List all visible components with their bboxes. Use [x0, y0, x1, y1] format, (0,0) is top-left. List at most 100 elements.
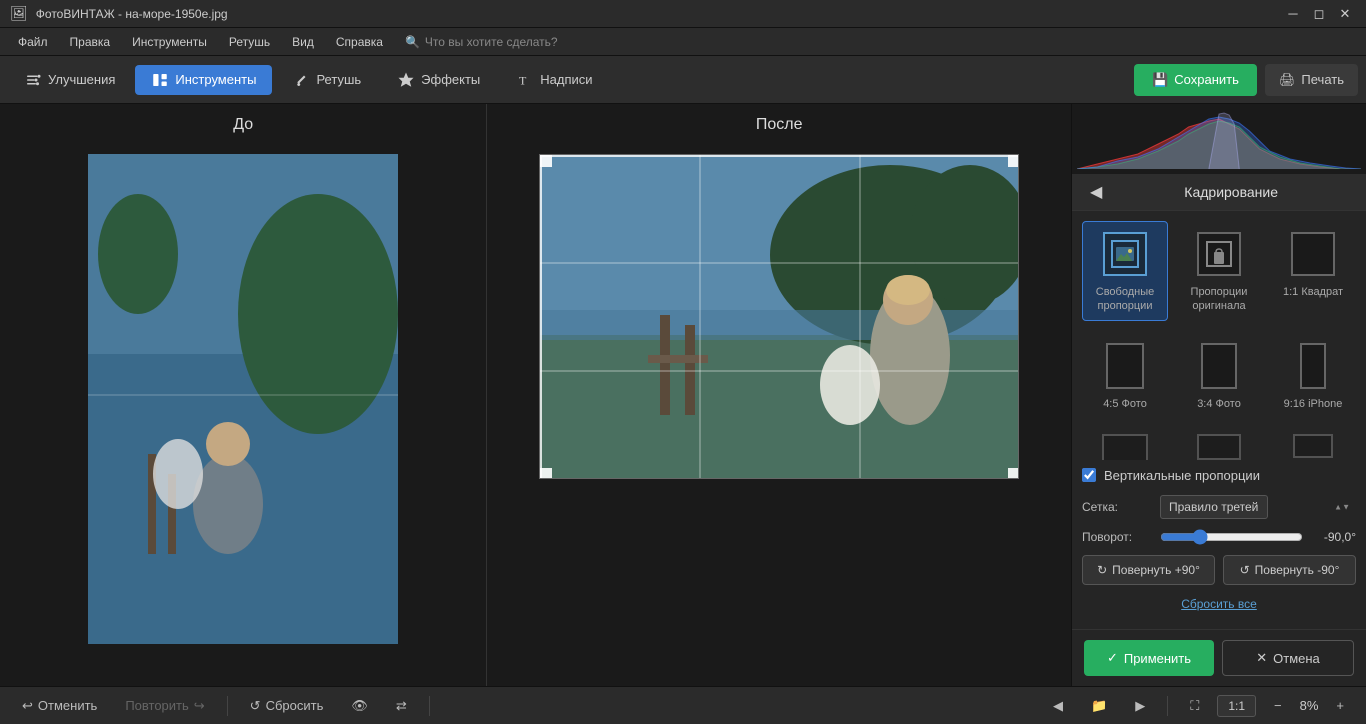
histogram	[1072, 104, 1366, 174]
rotate-minus90-button[interactable]: ↺ Повернуть -90°	[1223, 555, 1356, 585]
nav-folder-button[interactable]: 📁	[1081, 694, 1117, 718]
flip-icon: ⇄	[396, 698, 407, 714]
crop-34[interactable]: 3:4 Фото	[1176, 333, 1262, 418]
after-image-svg	[540, 155, 1019, 479]
reset-button[interactable]: ↺ Сбросить	[240, 694, 334, 718]
separator-3	[1167, 696, 1168, 716]
tab-retouch[interactable]: Ретушь	[276, 65, 377, 95]
back-button[interactable]: ◀	[1084, 182, 1108, 202]
histogram-svg	[1077, 109, 1361, 169]
menu-view[interactable]: Вид	[282, 31, 324, 53]
vertical-proportions-checkbox[interactable]	[1082, 468, 1096, 482]
rotate-plus90-button[interactable]: ↻ Повернуть +90°	[1082, 555, 1215, 585]
close-button[interactable]: ✕	[1334, 3, 1356, 25]
window-controls: ─ ◻ ✕	[1282, 3, 1356, 25]
before-image-svg	[88, 154, 398, 644]
canvas-area: До	[0, 104, 1071, 686]
crop-34-label: 3:4 Фото	[1197, 397, 1241, 411]
rotation-slider[interactable]	[1160, 529, 1303, 545]
zoom-in-button[interactable]: +	[1326, 694, 1354, 717]
fit-icon: ⛶	[1190, 698, 1199, 714]
app-title-area: 🖼 ФотоВИНТАЖ - на-море-1950е.jpg	[10, 5, 228, 22]
redo-button[interactable]: Повторить ↪	[115, 694, 214, 718]
after-label: После	[756, 116, 803, 134]
rotate-plus90-label: Повернуть +90°	[1112, 563, 1200, 577]
crop-original[interactable]: Пропорции оригинала	[1176, 221, 1262, 321]
zoom-1to1[interactable]: 1:1	[1217, 695, 1256, 717]
crop-original-label: Пропорции оригинала	[1183, 285, 1255, 314]
nav-prev-button[interactable]: ◀	[1043, 694, 1073, 718]
crop-45-icon-container	[1099, 340, 1151, 392]
rotate-buttons: ↻ Повернуть +90° ↺ Повернуть -90°	[1082, 555, 1356, 585]
before-label: До	[233, 116, 253, 134]
menu-help[interactable]: Справка	[326, 31, 393, 53]
cancel-button[interactable]: ✕ Отмена	[1222, 640, 1354, 676]
tab-enhancements[interactable]: Улучшения	[8, 65, 131, 95]
tab-inscriptions-label: Надписи	[540, 72, 592, 87]
x-icon: ✕	[1256, 650, 1267, 666]
search-placeholder[interactable]: Что вы хотите сделать?	[425, 35, 558, 49]
after-panel: После	[487, 104, 1071, 686]
bottom-actions: ✓ Применить ✕ Отмена	[1072, 629, 1366, 686]
app-title: ФотоВИНТАЖ - на-море-1950е.jpg	[36, 7, 228, 21]
rotate-minus90-label: Повернуть -90°	[1255, 563, 1340, 577]
tab-tools[interactable]: Инструменты	[135, 65, 272, 95]
save-button[interactable]: 💾 Сохранить	[1134, 64, 1257, 96]
crop-45-label: 4:5 Фото	[1103, 397, 1147, 411]
undo-button[interactable]: ↩ Отменить	[12, 694, 107, 718]
separator-1	[227, 696, 228, 716]
flip-button[interactable]: ⇄	[386, 694, 417, 718]
crop-free-shape	[1103, 232, 1147, 276]
menu-tools[interactable]: Инструменты	[122, 31, 217, 53]
crop-options-grid-3	[1082, 430, 1356, 460]
crop-landscape-c-shape	[1293, 434, 1333, 458]
crop-916[interactable]: 9:16 iPhone	[1270, 333, 1356, 418]
grid-select[interactable]: Нет Правило третей Сетка Диагональ	[1160, 495, 1268, 519]
crop-free[interactable]: Свободные пропорции	[1082, 221, 1168, 321]
tab-effects[interactable]: Эффекты	[381, 65, 496, 95]
toolbar-actions: 💾 Сохранить 🖨 Печать	[1134, 64, 1358, 96]
menu-file[interactable]: Файл	[8, 31, 58, 53]
menu-search-area: 🔍 Что вы хотите сделать?	[405, 35, 558, 49]
menu-edit[interactable]: Правка	[60, 31, 121, 53]
apply-button[interactable]: ✓ Применить	[1084, 640, 1214, 676]
save-label: Сохранить	[1174, 72, 1239, 87]
after-image-container[interactable]	[539, 154, 1019, 479]
rotation-row: Поворот: -90,0°	[1082, 529, 1356, 545]
nav-next-icon: ▶	[1135, 698, 1145, 714]
checkmark-icon: ✓	[1107, 650, 1118, 666]
tab-enhancements-label: Улучшения	[48, 72, 115, 87]
crop-45[interactable]: 4:5 Фото	[1082, 333, 1168, 418]
rotation-slider-container	[1160, 529, 1303, 545]
separator-2	[429, 696, 430, 716]
crop-landscape-b[interactable]	[1176, 430, 1262, 460]
fit-button[interactable]: ⛶	[1180, 694, 1209, 718]
eye-button[interactable]: 👁	[341, 694, 378, 718]
grid-label: Сетка:	[1082, 500, 1152, 514]
reset-all-link[interactable]: Сбросить все	[1082, 597, 1356, 611]
minimize-button[interactable]: ─	[1282, 3, 1304, 25]
rotate-cw-icon: ↻	[1097, 563, 1107, 577]
crop-free-icon-container	[1099, 228, 1151, 280]
nav-next-button[interactable]: ▶	[1125, 694, 1155, 718]
crop-34-shape	[1201, 343, 1237, 389]
menu-retouch[interactable]: Ретушь	[219, 31, 280, 53]
reset-icon: ↺	[250, 698, 261, 714]
before-panel: До	[0, 104, 487, 686]
zoom-out-button[interactable]: −	[1264, 694, 1292, 717]
maximize-button[interactable]: ◻	[1308, 3, 1330, 25]
main-area: До	[0, 104, 1366, 686]
crop-landscape-b-shape	[1197, 434, 1241, 460]
zoom-in-icon: +	[1336, 698, 1344, 713]
print-button[interactable]: 🖨 Печать	[1265, 64, 1358, 96]
crop-original-icon-container	[1193, 228, 1245, 280]
crop-landscape-a[interactable]	[1082, 430, 1168, 460]
tab-inscriptions[interactable]: T Надписи	[500, 65, 608, 95]
crop-square[interactable]: 1:1 Квадрат	[1270, 221, 1356, 321]
reset-label: Сбросить	[266, 698, 324, 713]
crop-square-label: 1:1 Квадрат	[1283, 285, 1343, 299]
crop-original-svg	[1205, 240, 1233, 268]
crop-landscape-c[interactable]	[1270, 430, 1356, 460]
crop-916-label: 9:16 iPhone	[1284, 397, 1343, 411]
redo-icon: ↪	[194, 698, 205, 714]
